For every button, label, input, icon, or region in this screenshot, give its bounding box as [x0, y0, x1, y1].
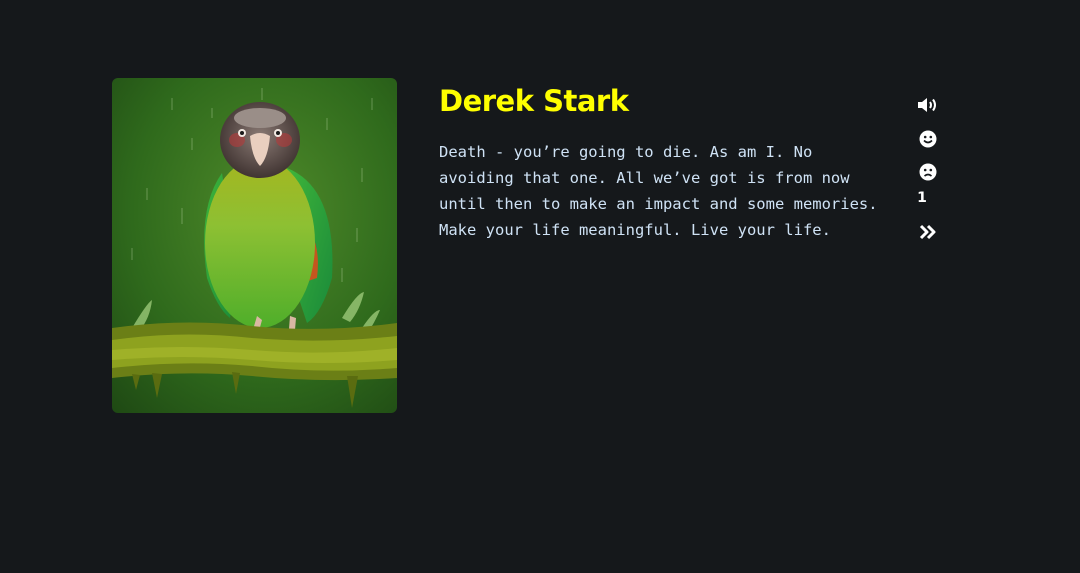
parrot-photo — [112, 78, 397, 413]
reaction-count: 1 — [917, 190, 927, 206]
double-chevron-right-icon — [919, 224, 936, 240]
profile-name: Derek Stark — [439, 84, 629, 118]
profile-image — [112, 78, 397, 413]
frown-icon — [919, 163, 937, 181]
next-button[interactable] — [912, 222, 944, 242]
dislike-button[interactable] — [912, 162, 944, 182]
like-button[interactable] — [912, 129, 944, 149]
smile-icon — [919, 130, 937, 148]
profile-quote: Death - you’re going to die. As am I. No… — [439, 143, 878, 239]
speak-button[interactable] — [912, 94, 944, 116]
volume-up-icon — [918, 98, 936, 112]
